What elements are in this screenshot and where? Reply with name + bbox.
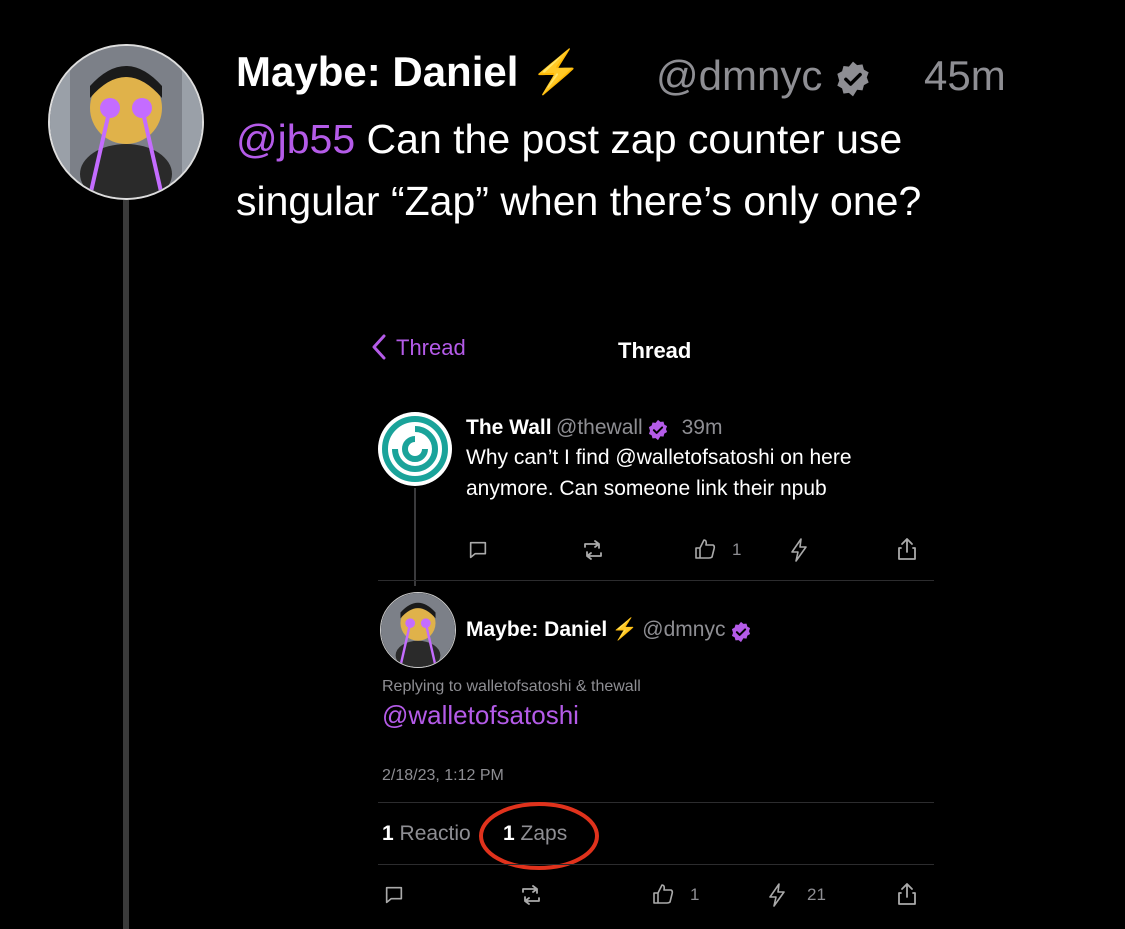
like-count: 1 xyxy=(732,540,742,559)
zap-amount: 21 xyxy=(807,885,826,904)
back-button[interactable]: Thread xyxy=(370,334,466,361)
thread-line xyxy=(414,488,416,586)
like-count: 1 xyxy=(690,885,700,904)
like-icon[interactable] xyxy=(693,537,717,561)
author-name[interactable]: Maybe: Daniel xyxy=(466,618,607,641)
share-icon[interactable] xyxy=(896,882,918,906)
like-icon[interactable] xyxy=(651,882,675,906)
chevron-left-icon xyxy=(372,334,386,360)
replying-to: Replying to walletofsatoshi & thewall xyxy=(382,678,641,695)
divider xyxy=(378,580,934,581)
lightning-emoji: ⚡️ xyxy=(611,618,638,641)
zap-icon[interactable] xyxy=(768,883,786,907)
avatar-image xyxy=(381,593,455,667)
zap-icon[interactable] xyxy=(790,538,808,562)
divider xyxy=(378,802,934,803)
post-header: The Wall @thewall 39m xyxy=(466,416,722,441)
author-name[interactable]: The Wall xyxy=(466,416,552,439)
share-icon[interactable] xyxy=(896,537,918,561)
post-timestamp: 2/18/23, 1:12 PM xyxy=(382,767,504,784)
reply-icon[interactable] xyxy=(383,884,405,906)
post-time: 39m xyxy=(681,416,723,439)
avatar-image xyxy=(50,46,202,198)
author-name[interactable]: Maybe: Daniel ⚡️ xyxy=(236,48,582,97)
post-time: 45m xyxy=(924,52,1006,99)
mention-link[interactable]: @walletofsatoshi xyxy=(382,700,579,731)
reactions-stat[interactable]: 1 Reactio xyxy=(382,822,471,846)
reply-icon[interactable] xyxy=(467,539,489,561)
avatar[interactable] xyxy=(380,592,456,668)
author-handle[interactable]: @thewall xyxy=(556,416,643,439)
author-handle[interactable]: @dmnyc xyxy=(642,618,725,641)
divider xyxy=(378,864,934,865)
verified-badge-icon xyxy=(731,621,750,642)
verified-badge-icon xyxy=(837,61,869,97)
mention-link[interactable]: @jb55 xyxy=(236,116,355,162)
verified-badge-icon xyxy=(649,419,668,440)
thread-line xyxy=(123,200,129,929)
author-handle[interactable]: @dmnyc xyxy=(656,52,872,100)
post-header: Maybe: Daniel ⚡️ @dmnyc xyxy=(466,618,752,643)
the-wall-logo-icon xyxy=(382,416,448,482)
post-body: Why can’t I find @walletofsatoshi on her… xyxy=(466,446,852,500)
post-body: @jb55 Can the post zap counter use singu… xyxy=(236,116,922,224)
page-title: Thread xyxy=(618,338,692,363)
repost-icon[interactable] xyxy=(581,539,605,561)
annotation-circle xyxy=(479,802,599,870)
repost-icon[interactable] xyxy=(519,884,543,906)
avatar[interactable] xyxy=(48,44,204,200)
avatar[interactable] xyxy=(378,412,452,486)
lightning-emoji: ⚡️ xyxy=(530,48,583,95)
